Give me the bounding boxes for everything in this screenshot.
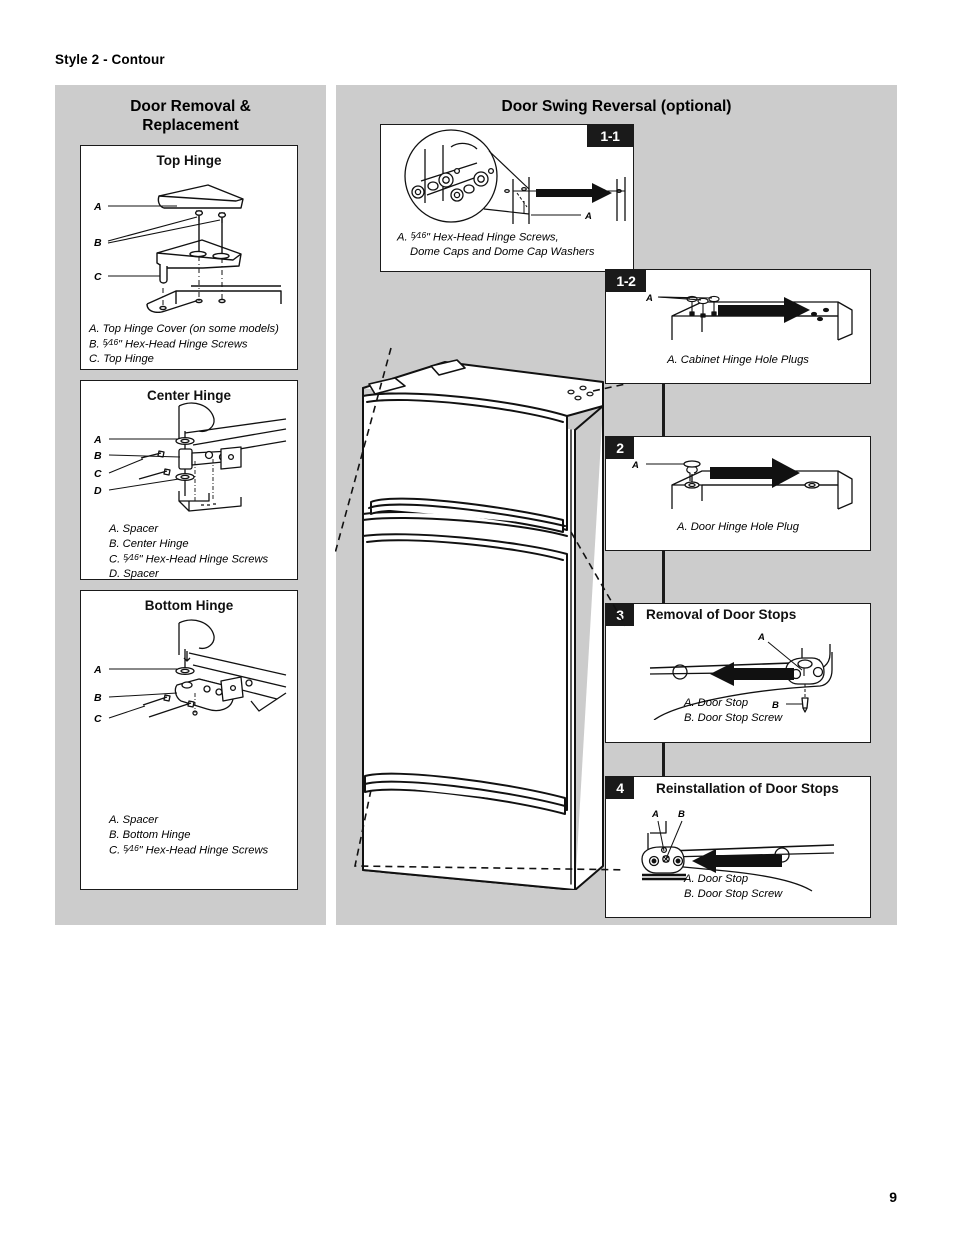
callout-a: A — [651, 809, 659, 820]
step-1-1-legend: A. 5⁄16" Hex-Head Hinge Screws, Dome Cap… — [397, 230, 594, 260]
step-1-2-legend: A. Cabinet Hinge Hole Plugs — [606, 353, 870, 368]
callout-b: B — [94, 692, 102, 704]
center-hinge-diagram: A B C D — [93, 402, 287, 512]
callout-a: A — [93, 201, 102, 213]
left-panel-title-line1: Door Removal & — [130, 98, 251, 115]
callout-a: A — [631, 460, 639, 471]
legend-line: A. Spacer — [109, 523, 159, 535]
legend-line: B. Bottom Hinge — [109, 828, 191, 841]
step-2-legend: A. Door Hinge Hole Plug — [606, 520, 870, 535]
callout-a: A — [584, 211, 592, 222]
legend-line: C. 5⁄16" Hex-Head Hinge Screws — [109, 842, 269, 856]
callout-c: C — [94, 468, 102, 480]
callout-a: A — [93, 434, 102, 446]
callout-a: A — [645, 293, 653, 304]
step-1-2-diagram: A — [645, 293, 853, 341]
legend-line: A. Cabinet Hinge Hole Plugs — [667, 354, 809, 366]
legend-line: A. Door Stop — [684, 873, 749, 885]
step-1-1-diagram: A — [404, 129, 626, 224]
legend-line: B. Door Stop Screw — [684, 887, 783, 900]
step-3: 3 Removal of Door Stops A B A. Door Stop… — [605, 603, 871, 743]
legend-line: A. 5⁄16" Hex-Head Hinge Screws, — [397, 230, 559, 244]
step-3-legend: A. Door Stop B. Door Stop Screw — [684, 696, 782, 726]
page-number: 9 — [889, 1189, 897, 1205]
left-panel-title-line2: Replacement — [142, 116, 239, 134]
manual-page: Style 2 - Contour Door Removal & Replace… — [0, 0, 954, 1235]
step-3-heading: Removal of Door Stops — [646, 607, 797, 622]
callout-b: B — [678, 809, 685, 820]
step-4-legend: A. Door Stop B. Door Stop Screw — [684, 872, 782, 902]
bottom-hinge-section: Bottom Hinge A B C A. Spacer B. Bottom H… — [80, 590, 298, 890]
door-removal-panel: Door Removal & Replacement Top Hinge A B… — [55, 85, 326, 925]
bottom-hinge-legend: A. Spacer B. Bottom Hinge C. 5⁄16" Hex-H… — [109, 813, 268, 858]
bottom-hinge-title: Bottom Hinge — [144, 598, 234, 613]
callout-b: B — [94, 450, 102, 462]
legend-line: C. Top Hinge — [89, 352, 154, 365]
center-hinge-section: Center Hinge A B C D A. Spacer B. Center… — [80, 380, 298, 580]
legend-line: A. Door Hinge Hole Plug — [677, 521, 799, 533]
legend-line: D. Spacer — [109, 567, 159, 580]
page-title: Style 2 - Contour — [55, 52, 165, 67]
legend-line: C. 5⁄16" Hex-Head Hinge Screws — [109, 551, 269, 565]
callout-c: C — [94, 271, 102, 283]
center-hinge-legend: A. Spacer B. Center Hinge C. 5⁄16" Hex-H… — [109, 522, 268, 581]
top-hinge-title: Top Hinge — [156, 153, 222, 168]
legend-line: A. Top Hinge Cover (on some models) — [89, 323, 279, 335]
refrigerator-illustration — [335, 347, 625, 890]
left-panel-title: Door Removal & Replacement — [55, 98, 326, 136]
legend-line: A. Spacer — [109, 814, 159, 826]
callout-b: B — [94, 237, 102, 249]
legend-line: A. Door Stop — [684, 697, 749, 709]
top-hinge-legend: A. Top Hinge Cover (on some models) B. 5… — [89, 322, 279, 367]
step-2: 2 A A. Door Hinge Hole Plug — [605, 436, 871, 551]
legend-line: Dome Caps and Dome Cap Washers — [410, 246, 595, 259]
top-hinge-section: Top Hinge A B C A. Top Hinge Cover (on s… — [80, 145, 298, 370]
top-hinge-diagram: A B C — [93, 184, 282, 313]
step-2-diagram: A — [631, 458, 853, 510]
door-swing-reversal-panel: Door Swing Reversal (optional) 1-1 A A. … — [335, 85, 897, 925]
step-4: 4 Reinstallation of Door Stops A B A. Do… — [605, 776, 871, 918]
callout-d: D — [94, 485, 102, 497]
step-1-2: 1-2 A A. Cabinet Hinge Hole Plugs — [605, 269, 871, 384]
step-1-1: 1-1 A A. 5⁄16" Hex-Head Hinge Screws, Do… — [380, 124, 634, 272]
bottom-hinge-diagram: A B C — [93, 619, 287, 725]
callout-c: C — [94, 713, 102, 725]
right-panel-title: Door Swing Reversal (optional) — [501, 98, 732, 115]
legend-line: B. Door Stop Screw — [684, 711, 783, 724]
legend-line: B. 5⁄16" Hex-Head Hinge Screws — [89, 336, 248, 351]
callout-a: A — [93, 664, 102, 676]
callout-a: A — [757, 632, 765, 643]
step-4-heading: Reinstallation of Door Stops — [656, 781, 839, 796]
legend-line: B. Center Hinge — [109, 537, 189, 550]
